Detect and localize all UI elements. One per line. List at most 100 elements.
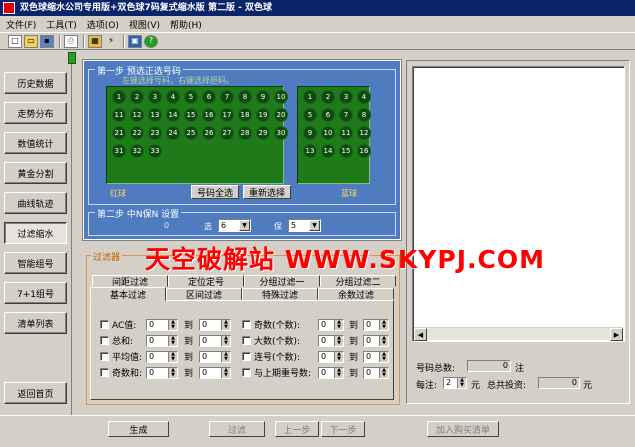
- spinner-icon[interactable]: ▲ ▼: [168, 367, 177, 378]
- red-ball[interactable]: 24: [166, 126, 180, 140]
- spinner-icon[interactable]: ▲ ▼: [379, 319, 389, 330]
- average-to-input[interactable]: 0 ▲ ▼: [199, 350, 232, 363]
- big-count-to-input[interactable]: 0 ▲ ▼: [363, 334, 390, 347]
- spinner-icon[interactable]: ▲ ▼: [221, 319, 231, 330]
- scroll-left-icon[interactable]: ◀: [414, 328, 427, 341]
- red-ball[interactable]: 31: [112, 144, 126, 158]
- repeat-from-input[interactable]: 0 ▲ ▼: [318, 366, 344, 379]
- consecutive-to-input[interactable]: 0 ▲ ▼: [363, 350, 390, 363]
- odd-count-from-input[interactable]: 0 ▲ ▼: [318, 318, 344, 331]
- menu-options[interactable]: 选项(O): [83, 18, 123, 31]
- result-list[interactable]: [412, 66, 625, 342]
- guarantee-select[interactable]: 5 ▼: [288, 219, 321, 232]
- spinner-icon[interactable]: ▲ ▼: [379, 335, 389, 346]
- new-file-icon[interactable]: □: [8, 34, 22, 48]
- red-ball[interactable]: 32: [130, 144, 144, 158]
- red-ball[interactable]: 5: [184, 90, 198, 104]
- nav-curve[interactable]: 曲线轨迹: [4, 192, 67, 214]
- blue-ball[interactable]: 6: [321, 108, 335, 122]
- reset-button[interactable]: 重新选择: [243, 185, 291, 199]
- tab-range-filter[interactable]: 区间过滤: [166, 288, 242, 301]
- red-ball[interactable]: 2: [130, 90, 144, 104]
- red-ball[interactable]: 1: [112, 90, 126, 104]
- odd-sum-from-input[interactable]: 0 ▲ ▼: [146, 366, 178, 379]
- nav-home[interactable]: 返回首页: [4, 382, 67, 404]
- red-ball[interactable]: 26: [202, 126, 216, 140]
- red-ball[interactable]: 6: [202, 90, 216, 104]
- blue-ball[interactable]: 2: [321, 90, 335, 104]
- nav-statistics[interactable]: 数值统计: [4, 132, 67, 154]
- spinner-icon[interactable]: ▲ ▼: [221, 335, 231, 346]
- per-bet-input[interactable]: 2 ▲ ▼: [443, 377, 467, 389]
- red-ball[interactable]: 13: [148, 108, 162, 122]
- choose-select[interactable]: 6 ▼: [218, 219, 251, 232]
- nav-history-data[interactable]: 历史数据: [4, 72, 67, 94]
- add-to-cart-button[interactable]: 加入购买清单: [427, 421, 499, 437]
- spinner-icon[interactable]: ▲ ▼: [168, 351, 177, 362]
- blue-ball[interactable]: 7: [339, 108, 353, 122]
- consecutive-checkbox[interactable]: [242, 352, 251, 361]
- red-ball[interactable]: 10: [274, 90, 288, 104]
- sum-from-input[interactable]: 0 ▲ ▼: [146, 334, 178, 347]
- red-ball[interactable]: 9: [256, 90, 270, 104]
- red-ball[interactable]: 14: [166, 108, 180, 122]
- spinner-icon[interactable]: ▲ ▼: [379, 367, 389, 378]
- red-ball[interactable]: 22: [130, 126, 144, 140]
- print-icon[interactable]: ⎙: [64, 34, 78, 48]
- next-step-button[interactable]: 下一步: [321, 421, 365, 437]
- blue-ball[interactable]: 9: [303, 126, 317, 140]
- red-ball[interactable]: 11: [112, 108, 126, 122]
- blue-ball[interactable]: 13: [303, 144, 317, 158]
- blue-ball[interactable]: 1: [303, 90, 317, 104]
- tab-group-filter-2[interactable]: 分组过滤二: [320, 275, 396, 288]
- big-count-from-input[interactable]: 0 ▲ ▼: [318, 334, 344, 347]
- blue-ball[interactable]: 11: [339, 126, 353, 140]
- menu-file[interactable]: 文件(F): [2, 18, 40, 31]
- chevron-down-icon[interactable]: ▼: [309, 220, 320, 231]
- repeat-checkbox[interactable]: [242, 368, 251, 377]
- red-ball[interactable]: 29: [256, 126, 270, 140]
- spinner-icon[interactable]: ▲ ▼: [168, 319, 177, 330]
- sum-to-input[interactable]: 0 ▲ ▼: [199, 334, 232, 347]
- blue-ball[interactable]: 15: [339, 144, 353, 158]
- tab-remainder-filter[interactable]: 余数过滤: [318, 288, 394, 301]
- tab-group-filter-1[interactable]: 分组过滤一: [244, 275, 320, 288]
- tab-special-filter[interactable]: 特殊过滤: [242, 288, 318, 301]
- average-from-input[interactable]: 0 ▲ ▼: [146, 350, 178, 363]
- blue-ball[interactable]: 14: [321, 144, 335, 158]
- red-ball[interactable]: 30: [274, 126, 288, 140]
- repeat-to-input[interactable]: 0 ▲ ▼: [363, 366, 390, 379]
- tab-basic-filter[interactable]: 基本过滤: [90, 287, 166, 301]
- window-icon[interactable]: ▣: [128, 34, 142, 48]
- blue-ball[interactable]: 8: [357, 108, 371, 122]
- red-ball[interactable]: 27: [220, 126, 234, 140]
- menu-tools[interactable]: 工具(T): [42, 18, 81, 31]
- generate-button[interactable]: 生成: [108, 421, 169, 437]
- nav-7plus1-group[interactable]: 7+1组号: [4, 282, 67, 304]
- blue-ball[interactable]: 10: [321, 126, 335, 140]
- odd-sum-checkbox[interactable]: [100, 368, 109, 377]
- red-ball[interactable]: 21: [112, 126, 126, 140]
- nav-filter-reduce[interactable]: 过滤缩水: [4, 222, 67, 244]
- blue-ball[interactable]: 5: [303, 108, 317, 122]
- nav-list[interactable]: 清单列表: [4, 312, 67, 334]
- red-ball[interactable]: 3: [148, 90, 162, 104]
- nav-trend[interactable]: 走势分布: [4, 102, 67, 124]
- red-ball[interactable]: 17: [220, 108, 234, 122]
- nav-golden-section[interactable]: 黄金分割: [4, 162, 67, 184]
- spinner-icon[interactable]: ▲ ▼: [334, 319, 343, 330]
- save-icon[interactable]: ▪: [40, 34, 54, 48]
- big-count-checkbox[interactable]: [242, 336, 251, 345]
- red-ball[interactable]: 15: [184, 108, 198, 122]
- previous-step-button[interactable]: 上一步: [275, 421, 319, 437]
- ac-to-input[interactable]: 0 ▲ ▼: [199, 318, 232, 331]
- red-ball[interactable]: 20: [274, 108, 288, 122]
- chevron-down-icon[interactable]: ▼: [239, 220, 250, 231]
- spinner-icon[interactable]: ▲ ▼: [168, 335, 177, 346]
- red-ball[interactable]: 16: [202, 108, 216, 122]
- consecutive-from-input[interactable]: 0 ▲ ▼: [318, 350, 344, 363]
- select-all-button[interactable]: 号码全选: [191, 185, 239, 199]
- spinner-icon[interactable]: ▲ ▼: [221, 351, 231, 362]
- tab-spacing-filter[interactable]: 间距过滤: [92, 275, 168, 288]
- red-ball[interactable]: 19: [256, 108, 270, 122]
